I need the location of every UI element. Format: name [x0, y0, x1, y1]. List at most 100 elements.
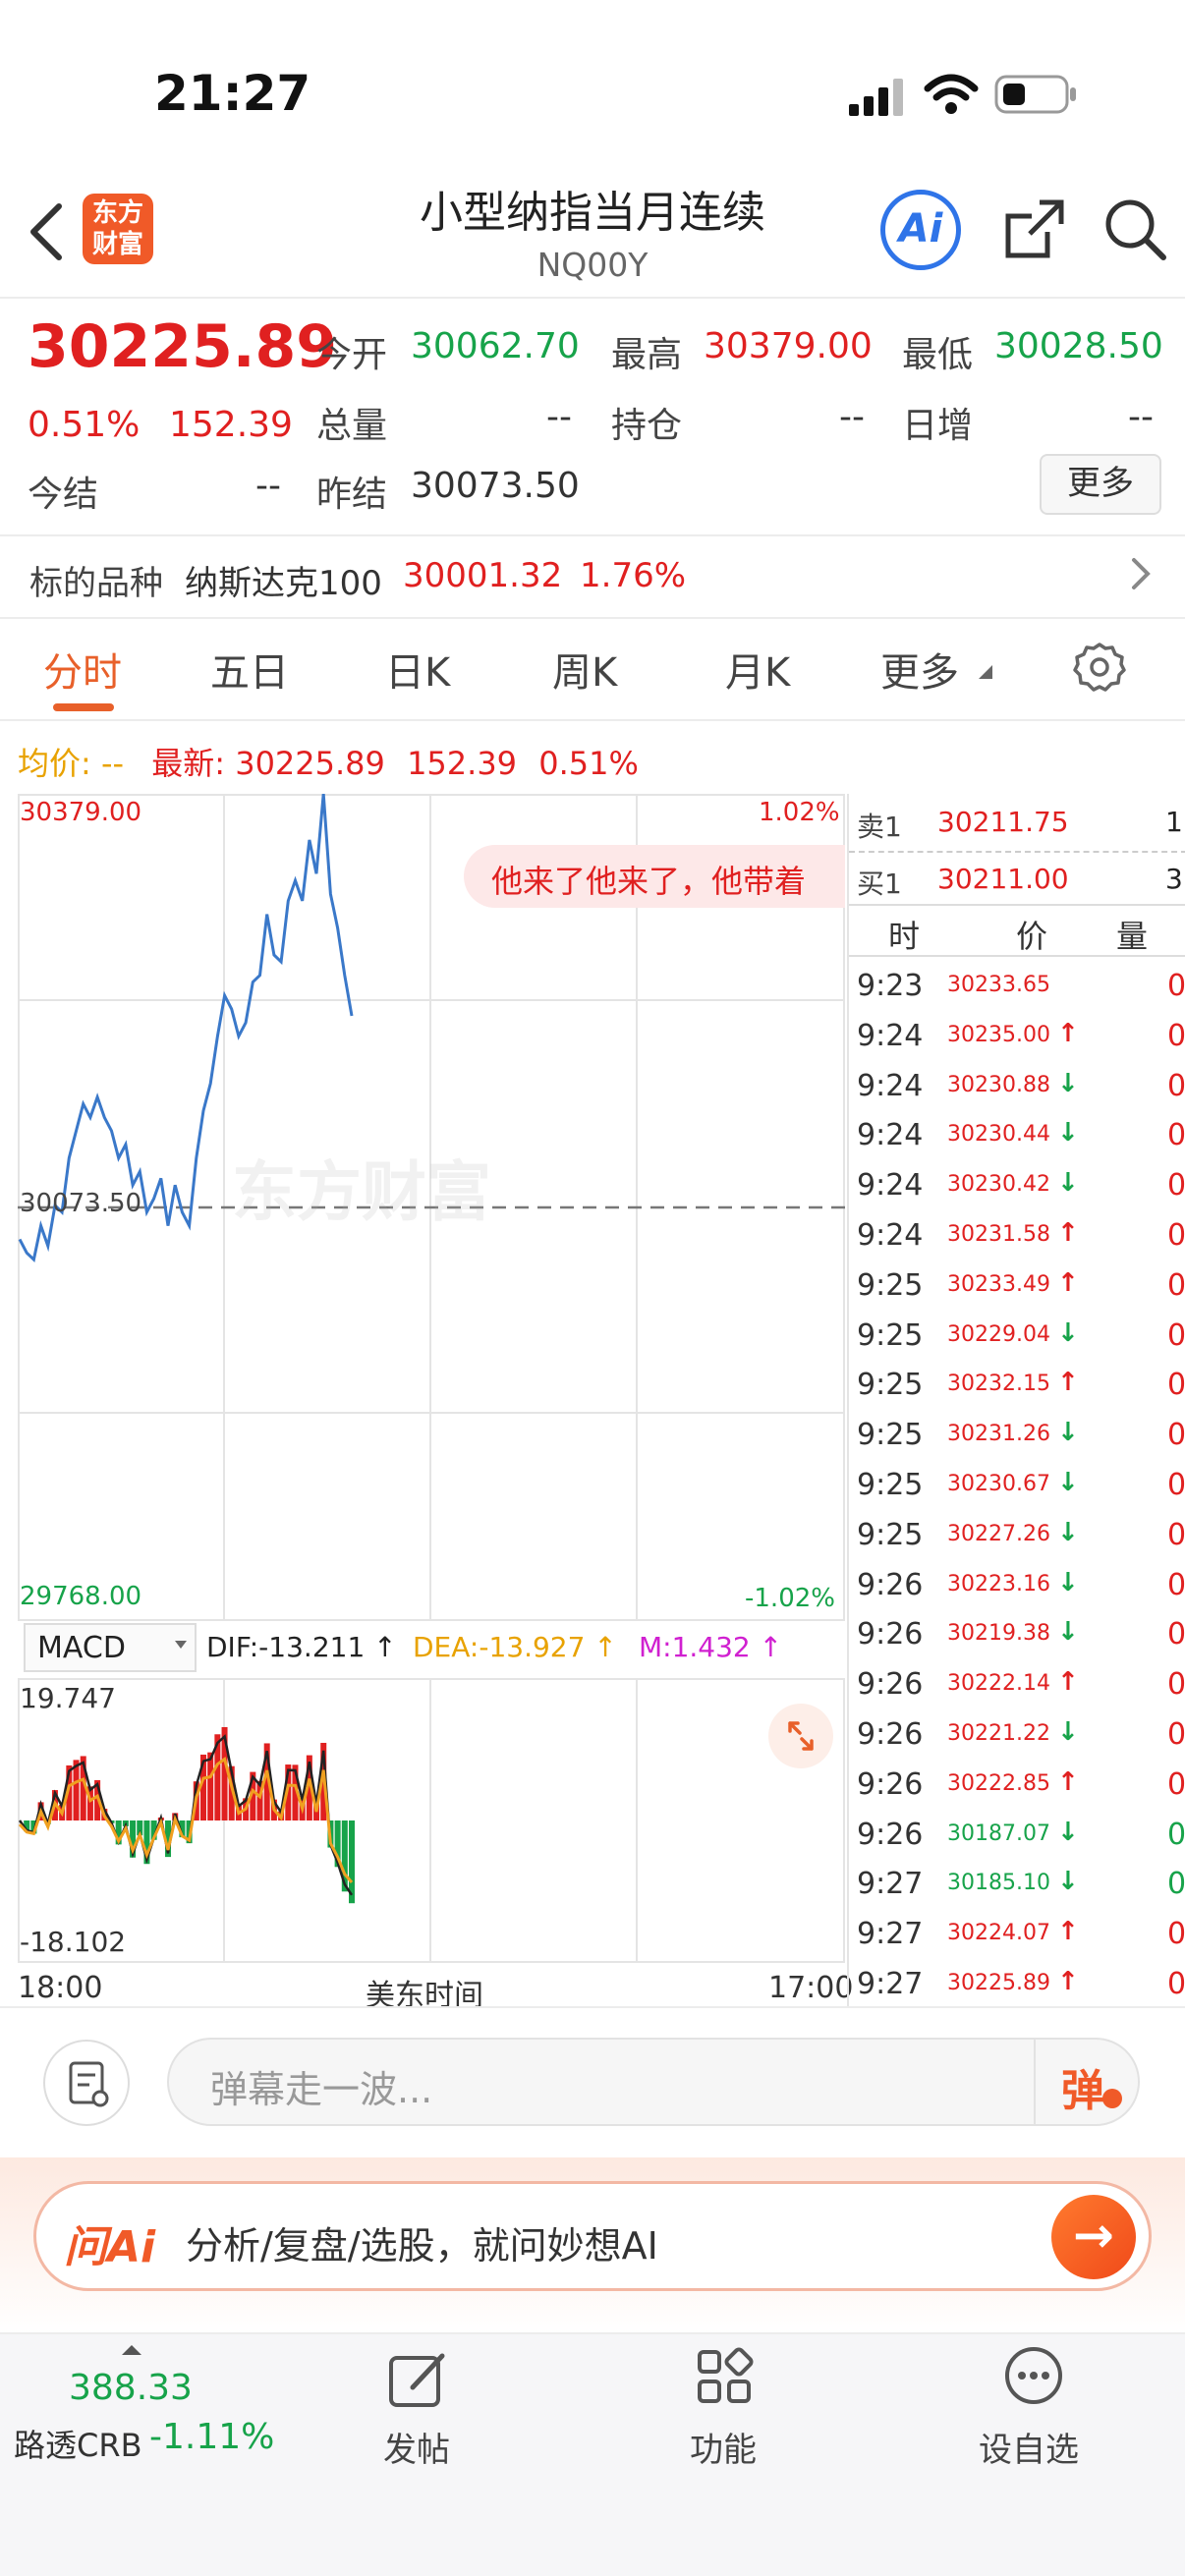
- tick-time: 9:25: [857, 1468, 924, 1502]
- tick-direction-icon: ↑: [1057, 1018, 1079, 1048]
- tab-more[interactable]: 更多: [880, 641, 959, 698]
- crb-index-pct: -1.11%: [149, 2417, 275, 2457]
- tick-row: 9:26 30223.16 ↓ 0: [849, 1562, 1185, 1611]
- tab-daily-k[interactable]: 日K: [385, 641, 450, 698]
- underlying-name: 纳斯达克100: [185, 564, 382, 603]
- macd-histogram-bar: [207, 1752, 214, 1820]
- tab-five-day[interactable]: 五日: [210, 641, 289, 698]
- high-label: 最高: [611, 335, 683, 375]
- search-icon[interactable]: [1102, 196, 1167, 265]
- watermark: 东方财富: [232, 1154, 491, 1230]
- high-value: 30379.00: [704, 326, 873, 366]
- underlying-row[interactable]: 标的品种 纳斯达克100 30001.32 1.76%: [0, 536, 1185, 615]
- danmaku-toggle-button[interactable]: 弹: [1061, 2055, 1104, 2118]
- latest-label: 最新:: [151, 745, 226, 782]
- tick-time: 9:27: [857, 1917, 924, 1952]
- sell1-qty: 1: [1165, 806, 1183, 838]
- orderbook-divider: [849, 851, 1185, 853]
- arrow-right-icon[interactable]: →: [1051, 2195, 1136, 2279]
- tick-time: 9:25: [857, 1267, 924, 1303]
- prev-settle-label: 昨结: [316, 475, 388, 515]
- expand-icon[interactable]: [768, 1704, 833, 1768]
- position-label: 持仓: [611, 406, 683, 446]
- tick-direction-icon: ↓: [1057, 1118, 1079, 1148]
- settings-icon[interactable]: [1073, 641, 1126, 698]
- tick-price: 30222.14: [947, 1671, 1050, 1697]
- battery-icon: [994, 75, 1079, 118]
- tick-row: 9:26 30221.22 ↓ 0: [849, 1711, 1185, 1761]
- prev-settle-value: 30073.50: [411, 466, 580, 506]
- ticks-header-time: 时: [888, 918, 921, 955]
- tick-row: 9:27 30224.07 ↑ 0: [849, 1911, 1185, 1960]
- tab-intraday[interactable]: 分时: [43, 641, 122, 698]
- tick-price: 30219.38: [947, 1621, 1050, 1647]
- tick-qty: 0: [1167, 969, 1185, 1003]
- tick-row: 9:25 30227.26 ↓ 0: [849, 1512, 1185, 1561]
- caret-up-icon: [122, 2342, 141, 2361]
- tick-price: 30222.85: [947, 1770, 1050, 1796]
- tick-time: 9:26: [857, 1766, 924, 1802]
- tick-direction-icon: ↓: [1057, 1567, 1079, 1597]
- tick-direction-icon: ↑: [1057, 1667, 1079, 1698]
- signal-icon: [849, 77, 906, 120]
- tick-price: 30230.44: [947, 1122, 1050, 1148]
- settle-label: 今结: [28, 475, 99, 515]
- ai-button[interactable]: Ai: [880, 190, 961, 270]
- tick-time: 9:25: [857, 1368, 924, 1403]
- danmaku-bubble[interactable]: 他来了他来了，他带着: [464, 845, 845, 908]
- y-axis-bottom-label: 29768.00: [20, 1582, 142, 1611]
- tick-direction-icon: ↓: [1057, 1317, 1079, 1348]
- nav-functions[interactable]: 功能: [690, 2423, 757, 2471]
- underlying-label: 标的品种: [29, 564, 163, 603]
- position-value: --: [839, 397, 865, 437]
- tick-qty: 0: [1167, 1667, 1185, 1703]
- ai-prompt-text: 分析/复盘/选股，就问妙想AI: [186, 2224, 658, 2268]
- tab-monthly-k[interactable]: 月K: [725, 641, 790, 698]
- nav-post[interactable]: 发帖: [383, 2423, 450, 2471]
- underlying-pct: 1.76%: [580, 556, 687, 595]
- tick-row: 9:26 30222.14 ↑ 0: [849, 1661, 1185, 1710]
- tick-price: 30224.07: [947, 1921, 1050, 1946]
- tick-price: 30225.89: [947, 1971, 1050, 1995]
- tick-row: 9:27 30185.10 ↓ 0: [849, 1861, 1185, 1910]
- tick-qty: 0: [1167, 1368, 1185, 1403]
- tick-qty: 0: [1167, 1068, 1185, 1103]
- ai-assistant-bar[interactable]: 问Ai 分析/复盘/选股，就问妙想AI: [33, 2181, 1152, 2291]
- tick-time: 9:24: [857, 1218, 924, 1253]
- macd-chart[interactable]: [18, 1678, 845, 1963]
- tick-direction-icon: ↑: [1057, 1766, 1079, 1797]
- tick-direction-icon: ↓: [1057, 1468, 1079, 1497]
- underlying-price: 30001.32: [403, 556, 563, 595]
- tab-active-indicator: [53, 703, 114, 711]
- indicator-select[interactable]: MACD: [24, 1623, 197, 1672]
- tick-time: 9:26: [857, 1817, 924, 1852]
- danmaku-input[interactable]: 弹幕走一波... 弹: [167, 2038, 1140, 2126]
- tick-direction-icon: ↑: [1057, 1218, 1079, 1248]
- more-dots-icon[interactable]: [1002, 2344, 1065, 2407]
- note-icon[interactable]: [43, 2040, 130, 2126]
- tick-price: 30230.88: [947, 1072, 1050, 1097]
- tick-qty: 0: [1167, 1418, 1185, 1453]
- low-label: 最低: [902, 335, 974, 375]
- tick-price: 30229.04: [947, 1321, 1050, 1347]
- tick-price: 30185.10: [947, 1871, 1050, 1896]
- apps-grid-icon[interactable]: [694, 2346, 757, 2409]
- compose-icon[interactable]: [383, 2344, 454, 2415]
- latest-value: 30225.89: [235, 745, 385, 782]
- share-icon[interactable]: [1002, 196, 1067, 265]
- ticks-header-price: 价: [1016, 918, 1048, 955]
- buy1-label: 买1: [857, 868, 902, 900]
- danmaku-text: 他来了他来了，他带着: [491, 863, 807, 900]
- tick-qty: 0: [1167, 1817, 1185, 1852]
- pct-axis-bottom-label: -1.02%: [745, 1584, 835, 1613]
- nav-add-watchlist[interactable]: 设自选: [979, 2423, 1079, 2471]
- tick-price: 30230.67: [947, 1472, 1050, 1496]
- tick-direction-icon: ↓: [1057, 1068, 1079, 1098]
- more-button[interactable]: 更多: [1040, 454, 1161, 515]
- tab-weekly-k[interactable]: 周K: [552, 641, 617, 698]
- tick-qty: 0: [1167, 1717, 1185, 1752]
- tick-time: 9:25: [857, 1418, 924, 1453]
- tick-qty: 0: [1167, 1867, 1185, 1902]
- tick-time: 9:24: [857, 1018, 924, 1053]
- tick-price: 30233.65: [947, 973, 1050, 997]
